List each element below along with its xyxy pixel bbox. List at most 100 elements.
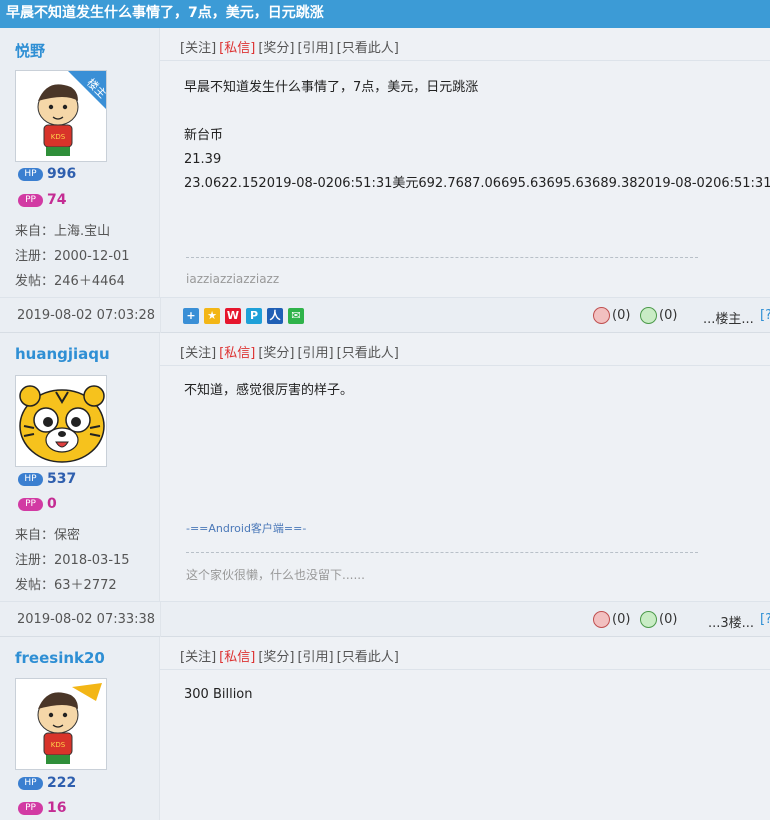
post-date: 2019-08-02 07:03:28 (17, 308, 156, 323)
frown-icon[interactable] (640, 307, 657, 324)
share-wechat-icon[interactable]: ✉ (288, 308, 304, 324)
pp-value: 0 (47, 496, 57, 512)
share-p-icon[interactable]: P (246, 308, 262, 324)
svg-text:KDS: KDS (51, 133, 66, 141)
post-content: 300 Billion (184, 683, 253, 707)
author-username[interactable]: freesink20 (15, 649, 105, 667)
author-registered: 注册：2000-12-01 (15, 249, 130, 264)
signature-divider (186, 257, 698, 258)
author-username[interactable]: huangjiaqu (15, 345, 110, 363)
content-line: 不知道，感觉很厉害的样子。 (184, 383, 354, 398)
pm-link[interactable]: [私信] (219, 41, 255, 56)
hp-stat: HP 222 (18, 775, 76, 791)
author-from: 来自：保密 (15, 528, 81, 543)
author-post-count: 发帖：246＋4464 (15, 274, 125, 289)
hp-badge: HP (18, 472, 43, 486)
author-from: 来自：上海.宝山 (15, 224, 111, 239)
follow-link[interactable]: [关注] (180, 346, 216, 361)
share-qzone-icon[interactable]: ★ (204, 308, 220, 324)
pp-stat: PP 74 (18, 192, 66, 208)
post-date: 2019-08-02 07:33:38 (17, 612, 156, 627)
vote-down-count: (0) (659, 612, 678, 627)
hp-value: 537 (47, 471, 77, 487)
divider (160, 669, 770, 670)
post-footer: 2019-08-02 07:33:38 (0) (0) ...3楼... [? (0, 601, 770, 638)
smile-icon[interactable] (593, 611, 610, 628)
quote-link[interactable]: [引用] (297, 41, 333, 56)
pp-badge: PP (18, 193, 43, 207)
floor-label: ...楼主... (703, 312, 754, 327)
post-actions: [关注] [私信] [奖分] [引用] [只看此人] (180, 646, 402, 665)
reward-link[interactable]: [奖分] (258, 346, 294, 361)
share-weibo-icon[interactable]: W (225, 308, 241, 324)
reward-link[interactable]: [奖分] (258, 41, 294, 56)
only-this-link[interactable]: [只看此人] (337, 346, 399, 361)
post-1: 悦野 楼主 KDS HP 996 PP 74 来自：上海.宝山 注册：2000-… (0, 28, 770, 297)
pp-value: 74 (47, 192, 67, 208)
post-actions: [关注] [私信] [奖分] [引用] [只看此人] (180, 37, 402, 56)
post-content: 不知道，感觉很厉害的样子。 (184, 379, 353, 403)
pm-link[interactable]: [私信] (219, 346, 255, 361)
vote-up[interactable]: (0) (593, 307, 630, 324)
edge-link[interactable]: [? (760, 308, 770, 323)
post-actions: [关注] [私信] [奖分] [引用] [只看此人] (180, 342, 402, 361)
avatar[interactable] (15, 375, 107, 467)
vote-down[interactable]: (0) (640, 307, 677, 324)
only-this-link[interactable]: [只看此人] (337, 650, 399, 665)
post-body: [关注] [私信] [奖分] [引用] [只看此人] 早晨不知道发生什么事情了，7点，美… (160, 28, 770, 297)
svg-text:KDS: KDS (51, 741, 66, 749)
smile-icon[interactable] (593, 307, 610, 324)
content-line: 早晨不知道发生什么事情了，7点，美元，日元跳涨 (184, 80, 479, 95)
vote-down-count: (0) (659, 308, 678, 323)
author-panel: 悦野 楼主 KDS HP 996 PP 74 来自：上海.宝山 注册：2000-… (0, 28, 160, 297)
edge-link[interactable]: [? (760, 612, 770, 627)
content-line: 23.0622.152019-08-0206:51:31美元692.7687.0… (184, 176, 770, 191)
author-registered: 注册：2018-03-15 (15, 553, 130, 568)
content-line (184, 100, 770, 124)
quote-link[interactable]: [引用] (297, 346, 333, 361)
follow-link[interactable]: [关注] (180, 41, 216, 56)
content-line: 300 Billion (184, 687, 253, 702)
hp-badge: HP (18, 776, 43, 790)
author-panel: freesink20 KDS HP 222 PP 16 (0, 637, 160, 820)
divider (160, 365, 770, 366)
pp-value: 16 (47, 800, 67, 816)
author-panel: huangjiaqu HP 537 PP 0 来自：保密 注册：2018-03-… (0, 333, 160, 601)
client-tag: -==Android客户端==- (186, 522, 307, 535)
frown-icon[interactable] (640, 611, 657, 628)
content-line: 21.39 (184, 152, 222, 167)
pp-badge: PP (18, 497, 43, 511)
post-body: [关注] [私信] [奖分] [引用] [只看此人] 300 Billion (160, 637, 770, 820)
vote-up[interactable]: (0) (593, 611, 630, 628)
pp-badge: PP (18, 801, 43, 815)
share-plus-icon[interactable]: + (183, 308, 199, 324)
post-content: 早晨不知道发生什么事情了，7点，美元，日元跳涨 新台币 21.39 23.062… (184, 76, 770, 196)
avatar[interactable]: KDS (15, 678, 107, 770)
share-icons: + ★ W P 人 ✉ (183, 308, 304, 324)
avatar[interactable]: 楼主 KDS (15, 70, 107, 162)
vote-down[interactable]: (0) (640, 611, 677, 628)
hp-value: 996 (47, 166, 77, 182)
post-footer: 2019-08-02 07:03:28 + ★ W P 人 ✉ (0) (0) … (0, 297, 770, 334)
author-post-count: 发帖：63＋2772 (15, 578, 117, 593)
pm-link[interactable]: [私信] (219, 650, 255, 665)
only-this-link[interactable]: [只看此人] (337, 41, 399, 56)
share-renren-icon[interactable]: 人 (267, 308, 283, 324)
signature: iazziazziazziazz (186, 272, 280, 286)
floor-label: ...3楼... (708, 616, 755, 631)
hp-badge: HP (18, 167, 43, 181)
hp-stat: HP 537 (18, 471, 76, 487)
pp-stat: PP 0 (18, 496, 57, 512)
divider (160, 60, 770, 61)
signature-divider (186, 552, 698, 553)
signature: 这个家伙很懒，什么也没留下...... (186, 568, 365, 582)
author-username[interactable]: 悦野 (15, 40, 45, 61)
quote-link[interactable]: [引用] (297, 650, 333, 665)
vote-up-count: (0) (612, 308, 631, 323)
follow-link[interactable]: [关注] (180, 650, 216, 665)
thread-title: 早晨不知道发生什么事情了，7点，美元，日元跳涨 (0, 0, 770, 28)
reward-link[interactable]: [奖分] (258, 650, 294, 665)
pp-stat: PP 16 (18, 800, 66, 816)
post-body: [关注] [私信] [奖分] [引用] [只看此人] 不知道，感觉很厉害的样子。 -==… (160, 333, 770, 601)
content-line: 新台币 (184, 128, 224, 143)
